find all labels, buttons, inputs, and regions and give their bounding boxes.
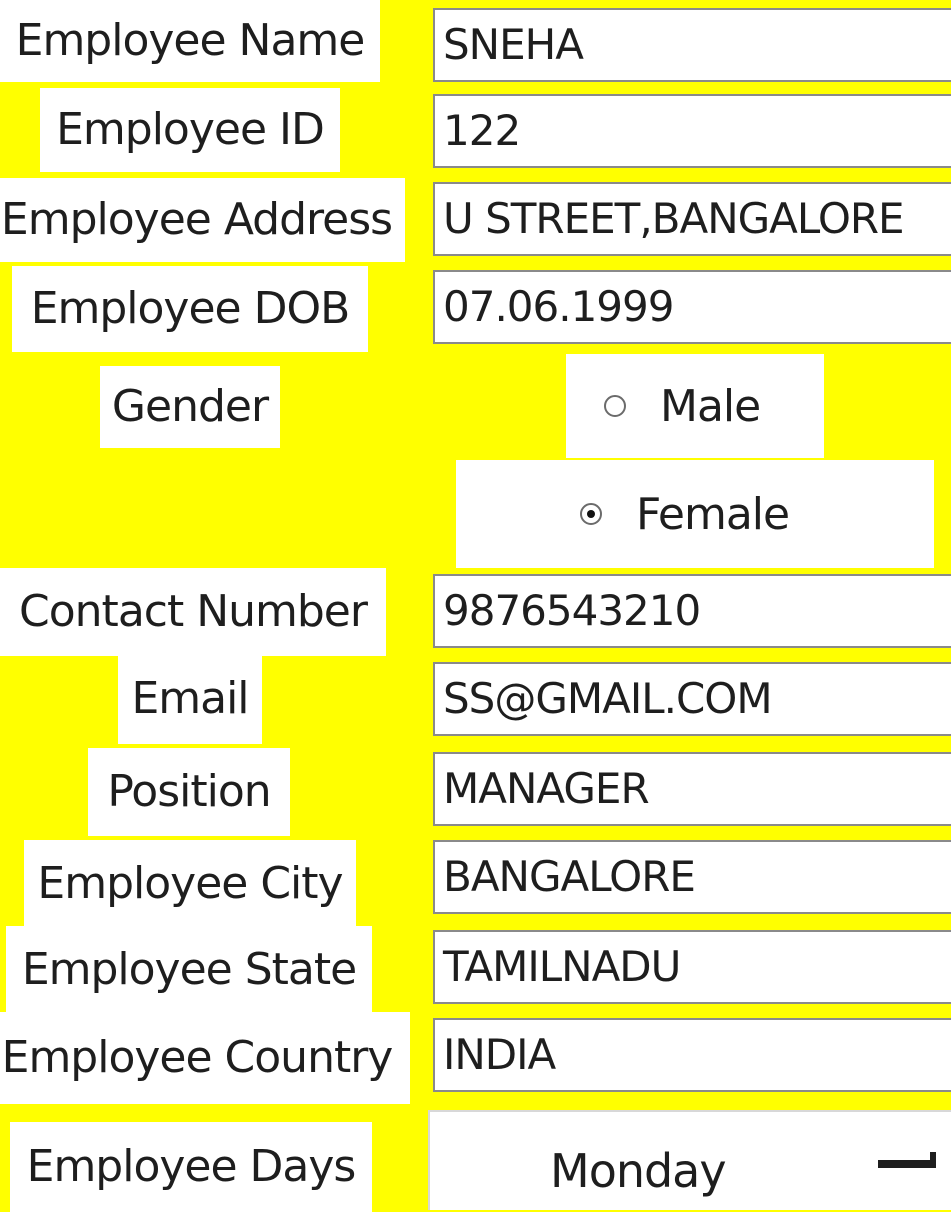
employee-city-label: Employee City <box>24 840 356 928</box>
employee-address-label: Employee Address <box>0 178 405 262</box>
employee-city-field[interactable]: BANGALORE <box>433 840 951 914</box>
female-radio-label: Female <box>636 488 790 540</box>
email-label: Email <box>118 654 262 744</box>
female-radio-button[interactable] <box>580 503 602 525</box>
male-radio-label: Male <box>660 380 761 432</box>
employee-country-label: Employee Country <box>0 1012 410 1104</box>
dropdown-arrow-icon[interactable] <box>876 1150 940 1174</box>
male-radio-button[interactable] <box>604 395 626 417</box>
employee-dob-label: Employee DOB <box>12 266 368 352</box>
employee-id-label: Employee ID <box>40 88 340 172</box>
email-field[interactable]: SS@GMAIL.COM <box>433 662 951 736</box>
gender-female-option[interactable]: Female <box>456 460 934 568</box>
employee-state-field[interactable]: TAMILNADU <box>433 930 951 1004</box>
employee-days-selected-value: Monday <box>550 1144 727 1198</box>
employee-country-field[interactable]: INDIA <box>433 1018 951 1092</box>
contact-number-field[interactable]: 9876543210 <box>433 574 951 648</box>
position-field[interactable]: MANAGER <box>433 752 951 826</box>
employee-id-field[interactable]: 122 <box>433 94 951 168</box>
gender-label: Gender <box>100 366 280 448</box>
employee-name-label: Employee Name <box>0 0 380 82</box>
employee-dob-field[interactable]: 07.06.1999 <box>433 270 951 344</box>
gender-male-option[interactable]: Male <box>566 354 824 458</box>
contact-number-label: Contact Number <box>0 568 386 656</box>
employee-name-field[interactable]: SNEHA <box>433 8 951 82</box>
employee-state-label: Employee State <box>6 926 372 1014</box>
position-label: Position <box>88 748 290 836</box>
employee-days-dropdown[interactable]: Monday <box>428 1110 951 1210</box>
employee-days-label: Employee Days <box>10 1122 372 1212</box>
employee-address-field[interactable]: U STREET,BANGALORE <box>433 182 951 256</box>
